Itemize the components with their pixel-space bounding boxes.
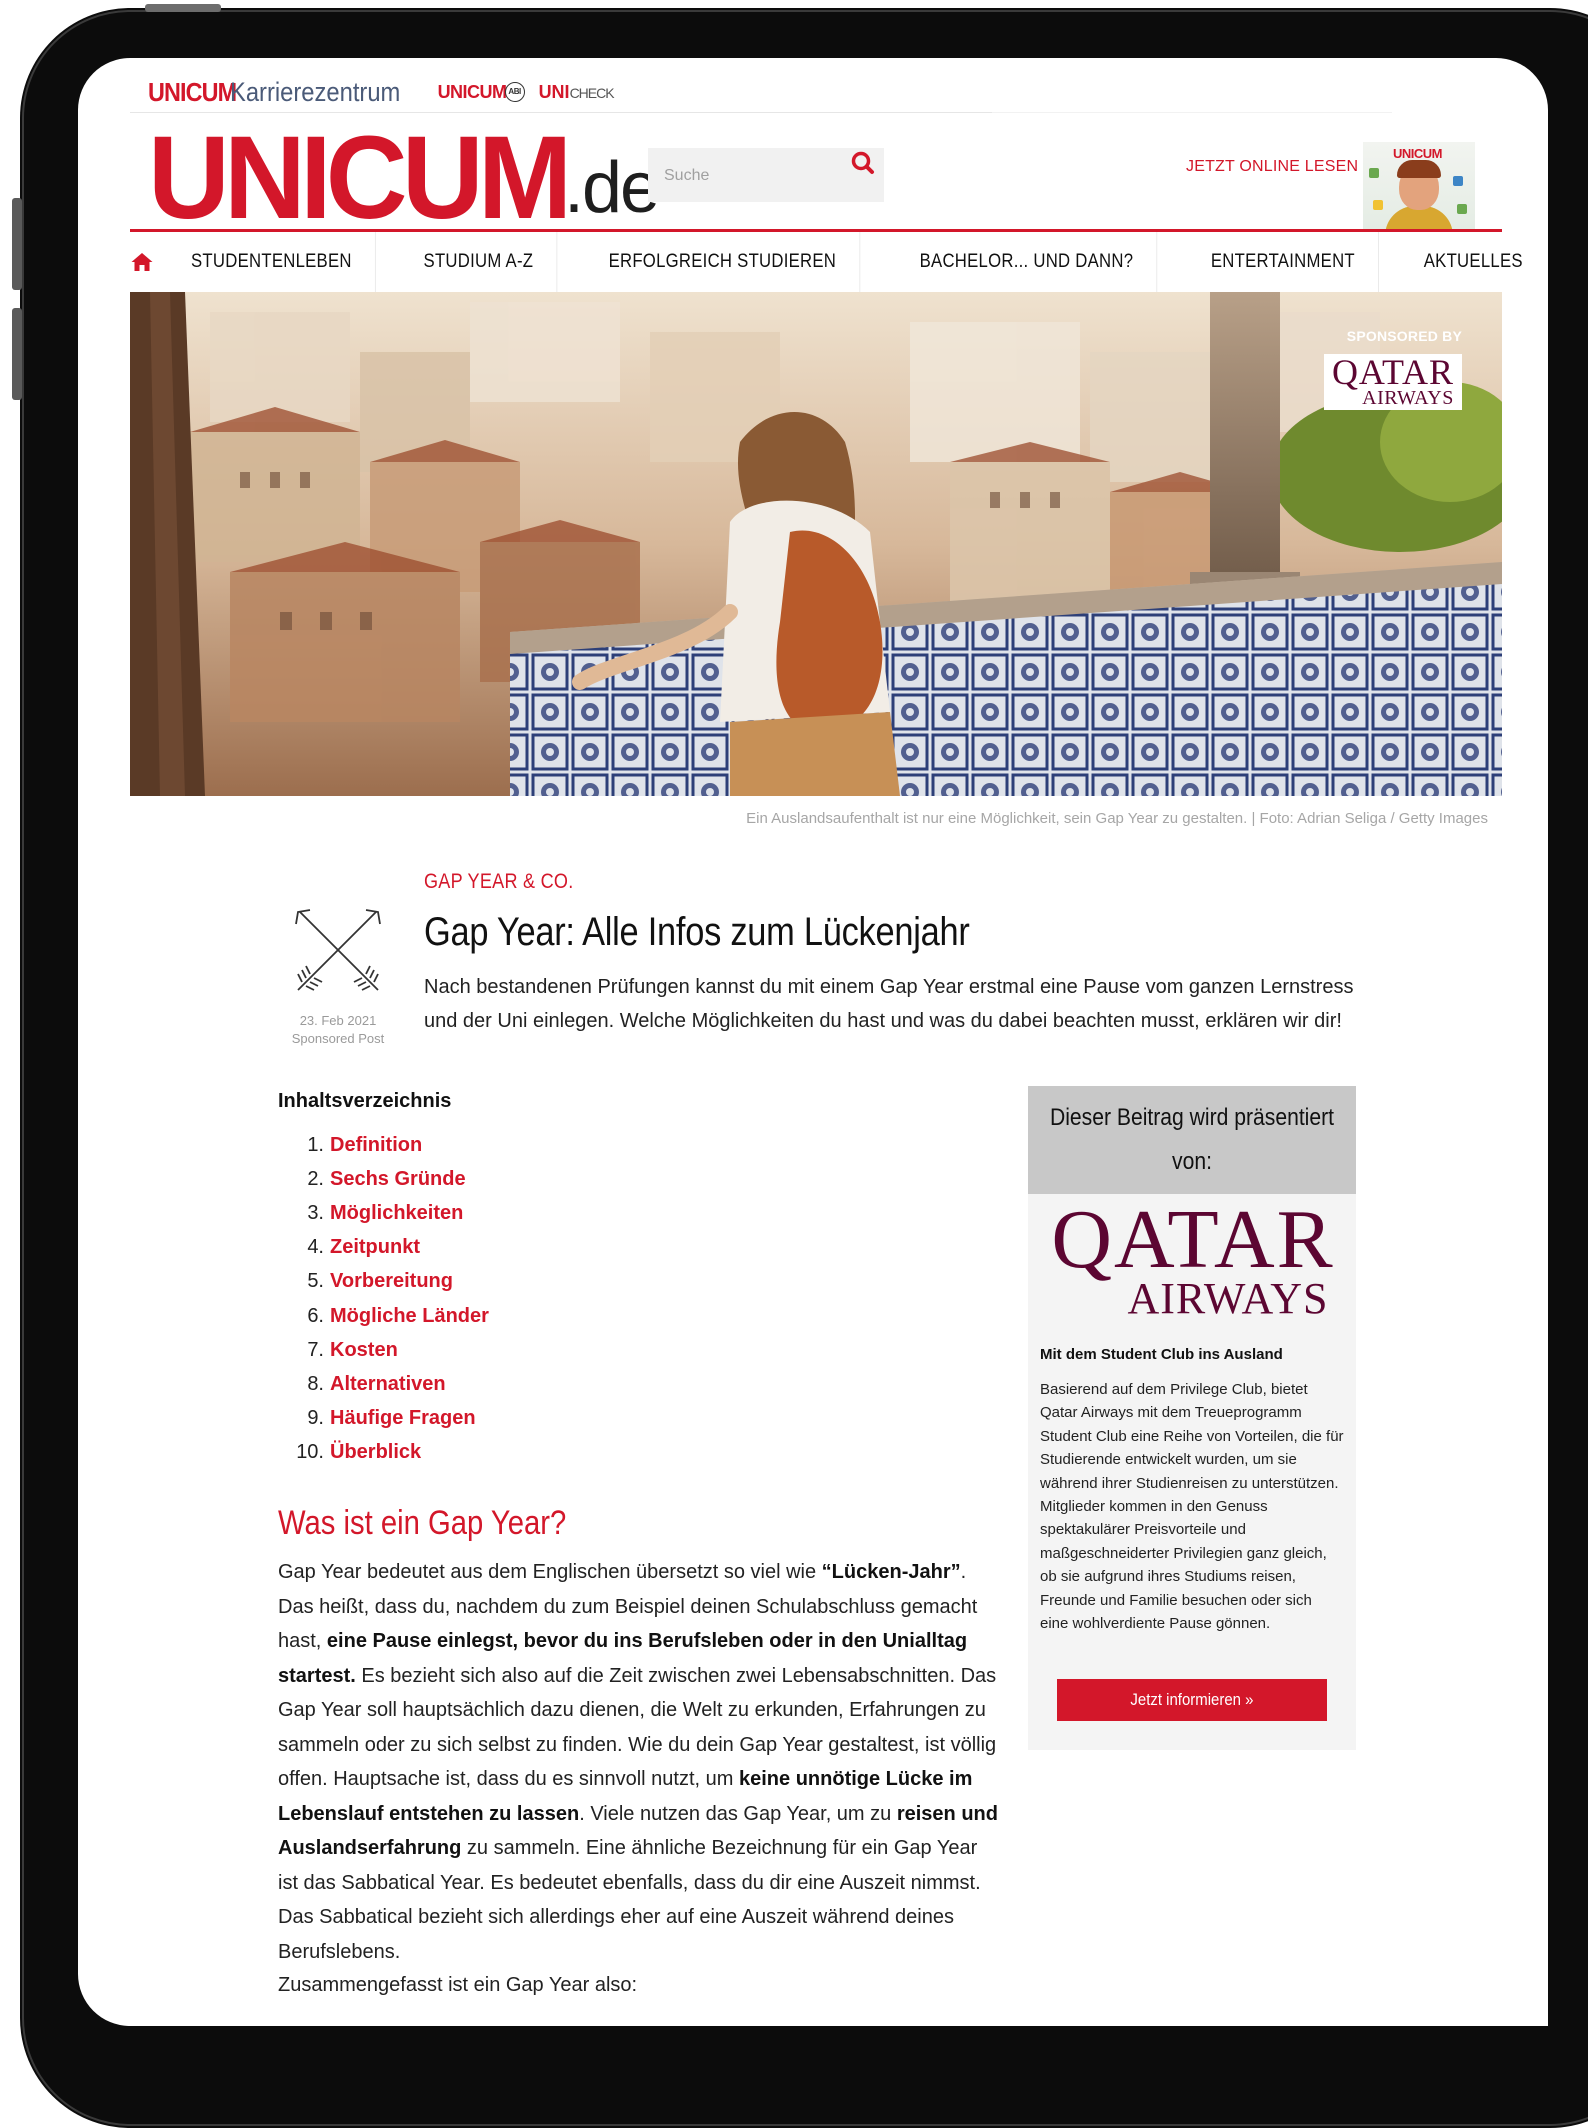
qatar-logo-line1: QATAR [1051,1193,1335,1286]
hero-sponsor-logo[interactable]: QATAR AIRWAYS [1324,354,1462,410]
logo-unicum: UNICUM [148,112,572,244]
toc-number: 3. [307,1201,324,1224]
magazine-cover-deco [1457,204,1467,214]
toc-item: 1. Definition [278,1128,489,1162]
toc-number: 6. [307,1304,324,1327]
toc-link-moeglichkeiten[interactable]: Möglichkeiten [330,1202,463,1225]
unicheck-uni-text: UNI [538,81,570,102]
search-icon[interactable] [850,150,876,180]
toc-number: 2. [307,1167,324,1190]
crossed-arrows-icon [286,900,390,1004]
abi-badge: ABI [504,81,525,102]
unicheck-check-text: CHECK [569,84,615,101]
magazine-cover-deco [1369,168,1379,178]
sponsored-label: SPONSORED BY [1346,328,1462,344]
toc-link-laender[interactable]: Mögliche Länder [330,1305,489,1328]
toc-item: 2. Sechs Gründe [278,1162,489,1196]
article-meta: 23. Feb 2021 Sponsored Post [258,1012,418,1048]
tablet-volume-down-button [12,308,22,400]
paragraph-text: . Viele nutzen das Gap Year, um zu [579,1802,897,1825]
toc-link-fragen[interactable]: Häufige Fragen [330,1407,476,1430]
unicheck-link[interactable]: UNICHECK [538,81,615,103]
toc-number: 8. [307,1372,324,1395]
paragraph-text: Gap Year bedeutet aus dem Englischen übe… [278,1561,822,1583]
magazine-cover[interactable]: UNICUM [1363,142,1475,230]
sponsor-subheading: Mit dem Student Club ins Ausland [1040,1346,1283,1363]
article-kicker: GAP YEAR & CO. [424,870,574,893]
sponsor-description: Basierend auf dem Privilege Club, bietet… [1040,1381,1344,1633]
nav-item-studentenleben[interactable]: STUDENTENLEBEN [168,232,376,292]
unicum-brand-text: UNICUM [148,76,237,107]
nav-item-erfolgreich-studieren[interactable]: ERFOLGREICH STUDIEREN [586,232,861,292]
magazine-cover-deco [1373,200,1383,210]
unicum-karrierezentrum-link[interactable]: UNICUM Karrierezentrum [148,77,424,108]
magazine-title: UNICUM [1393,146,1443,161]
toc-number: 5. [307,1270,324,1293]
toc-link-vorbereitung[interactable]: Vorbereitung [330,1270,453,1293]
sponsor-box-header: Dieser Beitrag wird präsentiert von: [1028,1086,1356,1194]
article-lead: Nach bestandenen Prüfungen kannst du mit… [424,976,1354,1032]
sponsor-box-heading: Dieser Beitrag wird präsentiert von: [1049,1104,1335,1175]
toc-item: 9. Häufige Fragen [278,1402,489,1436]
hero-sponsor-line2: AIRWAYS [1362,387,1454,409]
logo-tld: .de [563,148,660,228]
table-of-contents: 1. Definition 2. Sechs Gründe 3. Möglichkei… [278,1128,489,1470]
karrierezentrum-text: Karrierezentrum [230,76,401,107]
section-paragraph-2: Zusammengefasst ist ein Gap Year also: [278,1974,638,1996]
toc-item: 4. Zeitpunkt [278,1231,489,1265]
toc-item: 7. Kosten [278,1333,489,1367]
search-input[interactable] [662,162,836,190]
hero-sponsor-line1: QATAR [1331,352,1455,392]
nav-item-bachelor[interactable]: BACHELOR... UND DANN? [897,232,1157,292]
section-heading: Was ist ein Gap Year? [278,1504,567,1542]
nav-item-studium-a-z[interactable]: STUDIUM A-Z [400,232,557,292]
toc-link-kosten[interactable]: Kosten [330,1339,398,1362]
nav-item-entertainment[interactable]: ENTERTAINMENT [1188,232,1379,292]
toc-number: 1. [307,1133,324,1156]
home-icon [131,253,153,271]
article-post-type: Sponsored Post [291,1031,385,1046]
nav-home[interactable] [130,232,154,292]
toc-item: 8. Alternativen [278,1367,489,1401]
toc-number: 4. [307,1236,324,1259]
hero-image: SPONSORED BY QATAR AIRWAYS [130,292,1502,796]
toc-item: 3. Möglichkeiten [278,1196,489,1230]
toc-item: 10. Überblick [278,1436,489,1470]
nav-item-aktuelles[interactable]: AKTUELLES [1401,232,1546,292]
article-title: Gap Year: Alle Infos zum Lückenjahr [424,910,970,954]
article-date: 23. Feb 2021 [299,1013,377,1028]
toc-title: Inhaltsverzeichnis [278,1090,452,1112]
jetzt-informieren-button[interactable]: Jetzt informieren » [1057,1679,1327,1721]
button-label: Jetzt informieren » [1130,1690,1254,1709]
toc-link-zeitpunkt[interactable]: Zeitpunkt [330,1236,420,1259]
brand-links: UNICUM Karrierezentrum UNICUM ABI UNICHEC… [148,72,615,112]
online-read-link[interactable]: JETZT ONLINE LESEN [1186,158,1358,176]
tablet-volume-up-button [12,198,22,290]
toc-number: 7. [307,1338,324,1361]
qatar-airways-logo[interactable]: QATAR AIRWAYS [1038,1193,1348,1326]
main-nav: STUDENTENLEBEN STUDIUM A-Z ERFOLGREICH S… [130,232,1523,292]
top-divider-light [992,112,1392,113]
toc-link-gruende[interactable]: Sechs Gründe [330,1168,466,1191]
toc-link-ueberblick[interactable]: Überblick [330,1441,421,1464]
toc-number: 10. [296,1441,324,1464]
unicum-abi-link[interactable]: UNICUM ABI [437,81,525,103]
toc-number: 9. [307,1407,324,1430]
paragraph-bold: “Lücken-Jahr” [821,1561,961,1583]
sponsor-box: Dieser Beitrag wird präsentiert von: QAT… [1028,1086,1356,1750]
magazine-cover-deco [1453,176,1463,186]
unicum-abi-text: UNICUM [437,81,508,102]
magazine-cover-hair [1397,160,1441,178]
section-paragraph: Gap Year bedeutet aus dem Englischen übe… [278,1555,1000,1969]
image-caption: Ein Auslandsaufenthalt ist nur eine Mögl… [746,810,1488,827]
browser-viewport: UNICUM Karrierezentrum UNICUM ABI UNICHEC… [78,58,1548,2026]
toc-item: 6. Mögliche Länder [278,1299,489,1333]
search-box [648,148,884,202]
site-logo[interactable]: UNICUM .de [148,112,660,244]
toc-link-definition[interactable]: Definition [330,1134,422,1157]
toc-link-alternativen[interactable]: Alternativen [330,1373,446,1396]
qatar-logo-line2: AIRWAYS [1127,1274,1329,1323]
toc-item: 5. Vorbereitung [278,1265,489,1299]
tablet-top-button [145,4,221,12]
